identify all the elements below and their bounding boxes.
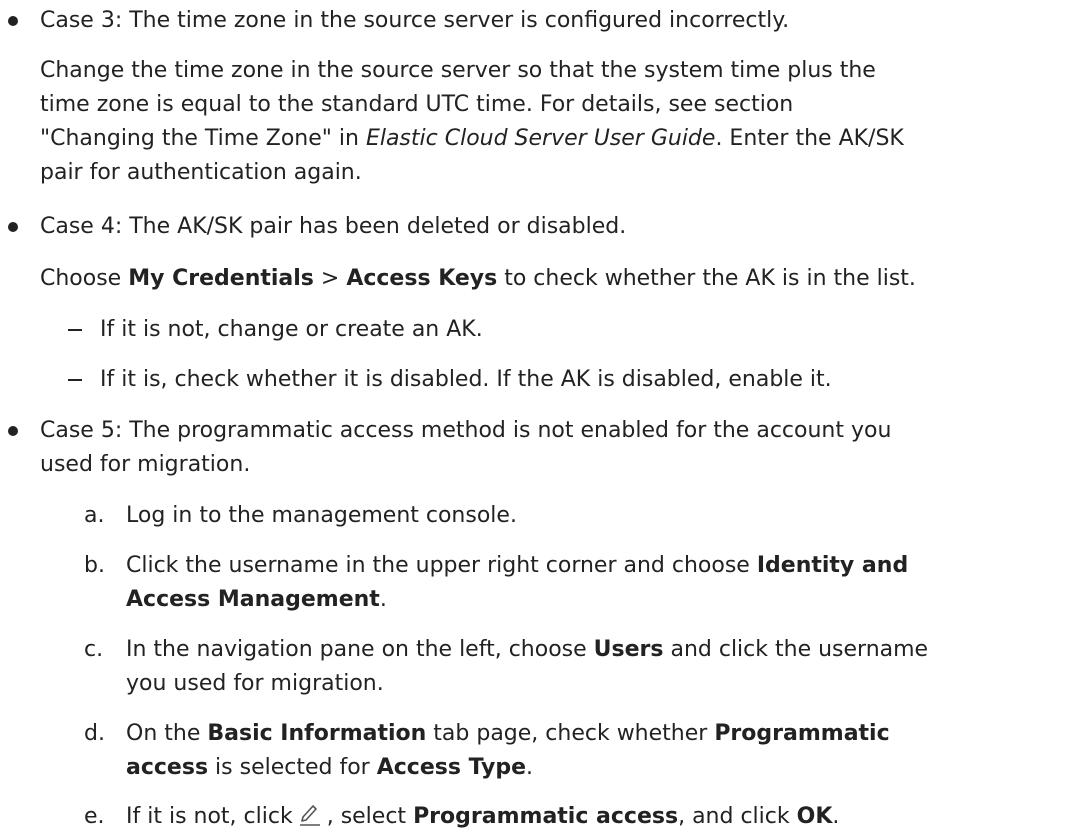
case4-paragraph: Choose My Credentials > Access Keys to c… (40, 262, 916, 296)
case3-paragraph-line1: Change the time zone in the source serve… (40, 58, 876, 83)
text: In the navigation pane on the left, choo… (126, 637, 594, 662)
text: On the (126, 721, 208, 746)
guide-title: Elastic Cloud Server User Guide (365, 126, 716, 151)
text: , select (326, 804, 414, 829)
text: is selected for (208, 755, 377, 780)
step-marker: b. (84, 553, 105, 578)
case3-title: Case 3: The time zone in the source serv… (40, 8, 790, 33)
bullet (8, 16, 18, 26)
document-page: Case 3: The time zone in the source serv… (0, 0, 1081, 836)
menu-users: Users (593, 637, 664, 662)
step-b-line1: Click the username in the upper right co… (126, 549, 908, 583)
bullet (8, 426, 18, 436)
edit-icon (297, 801, 323, 838)
step-d-line1: On the Basic Information tab page, check… (126, 717, 890, 751)
step-c-line2: you used for migration. (126, 671, 384, 696)
text: tab page, check whether (426, 721, 715, 746)
step-marker: c. (84, 637, 104, 662)
case5-title-line2: used for migration. (40, 452, 251, 477)
text: Choose (40, 266, 129, 291)
step-d-line2: access is selected for Access Type. (126, 751, 533, 785)
menu-path-credentials: My Credentials (128, 266, 314, 291)
option-programmatic: Programmatic (714, 721, 890, 746)
bullet (8, 222, 18, 232)
tab-basic-information: Basic Information (207, 721, 427, 746)
step-c-line1: In the navigation pane on the left, choo… (126, 633, 928, 667)
step-marker: a. (84, 503, 105, 528)
step-marker: e. (84, 804, 105, 829)
option-programmatic-access: Programmatic access (413, 804, 679, 829)
step-e-text: If it is not, click , select Programmatic… (126, 800, 839, 838)
case3-paragraph-line2: time zone is equal to the standard UTC t… (40, 92, 794, 117)
case4-title: Case 4: The AK/SK pair has been deleted … (40, 214, 627, 239)
step-marker: d. (84, 721, 105, 746)
text: , and click (678, 804, 797, 829)
text: and click the username (663, 637, 929, 662)
text: to check whether the AK is in the list. (497, 266, 916, 291)
dash-marker (68, 329, 82, 331)
text: Click the username in the upper right co… (126, 553, 757, 578)
field-access-type: Access Type (376, 755, 527, 780)
case4-sub-item1: If it is not, change or create an AK. (100, 317, 483, 342)
step-b-line2: Access Management. (126, 583, 387, 617)
menu-identity: Identity and (756, 553, 909, 578)
menu-access-management: Access Management (126, 587, 380, 612)
text: . (832, 804, 840, 829)
text: . Enter the AK/SK (715, 126, 904, 151)
case3-paragraph-line3: "Changing the Time Zone" in Elastic Clou… (40, 122, 904, 156)
case3-paragraph-line4: pair for authentication again. (40, 160, 362, 185)
case4-sub-item2: If it is, check whether it is disabled. … (100, 367, 832, 392)
text: . (526, 755, 534, 780)
text: "Changing the Time Zone" in (40, 126, 366, 151)
menu-path-access-keys: Access Keys (346, 266, 498, 291)
dash-marker (68, 379, 82, 381)
text: . (379, 587, 387, 612)
option-access: access (126, 755, 209, 780)
ok-button-label: OK (796, 804, 833, 829)
step-a-text: Log in to the management console. (126, 503, 517, 528)
text: If it is not, click (126, 804, 293, 829)
case5-title-line1: Case 5: The programmatic access method i… (40, 418, 892, 443)
text: > (313, 266, 347, 291)
